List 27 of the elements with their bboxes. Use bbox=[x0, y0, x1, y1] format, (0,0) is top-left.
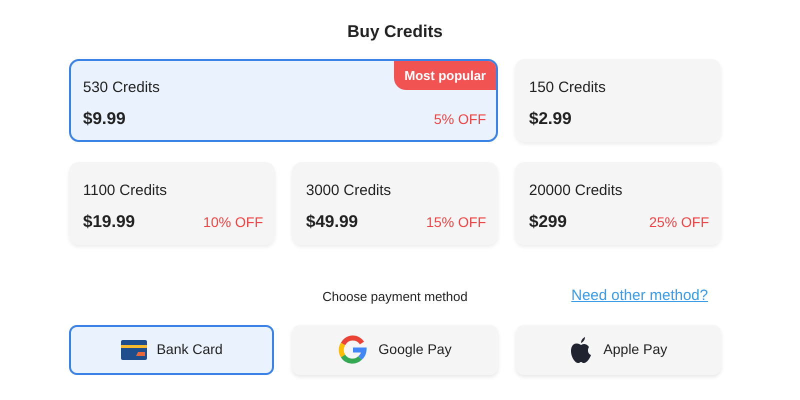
credit-package-card[interactable]: Most popular 530 Credits $9.99 5% OFF bbox=[69, 58, 498, 142]
most-popular-badge: Most popular bbox=[394, 60, 496, 90]
payment-method-button[interactable]: Bank Card bbox=[69, 324, 274, 374]
price: $19.99 bbox=[83, 211, 135, 233]
payment-method-button[interactable]: Apple Pay bbox=[516, 324, 721, 374]
credits-amount: 3000 Credits bbox=[306, 180, 392, 200]
credit-package-card[interactable]: 1100 Credits $19.99 10% OFF bbox=[69, 162, 275, 244]
price: $9.99 bbox=[83, 108, 126, 130]
credits-amount: 1100 Credits bbox=[83, 180, 168, 200]
payment-method-label: Choose payment method bbox=[322, 288, 468, 306]
discount-label: 15% OFF bbox=[426, 213, 486, 232]
price: $49.99 bbox=[306, 211, 358, 233]
credits-amount: 150 Credits bbox=[529, 78, 607, 98]
discount-label: 10% OFF bbox=[203, 213, 263, 232]
discount-label: 25% OFF bbox=[649, 213, 709, 232]
google-g-icon bbox=[338, 334, 368, 364]
price: $2.99 bbox=[529, 108, 572, 130]
credits-amount: 20000 Credits bbox=[529, 180, 624, 200]
credit-package-card[interactable]: 3000 Credits $49.99 15% OFF bbox=[292, 162, 498, 244]
credit-card-icon bbox=[120, 340, 147, 360]
discount-label: 5% OFF bbox=[434, 110, 486, 129]
credit-package-card[interactable]: 150 Credits $2.99 bbox=[515, 58, 721, 142]
apple-icon bbox=[569, 336, 594, 364]
payment-method-button[interactable]: Google Pay bbox=[292, 324, 498, 374]
price: $299 bbox=[529, 211, 567, 233]
credit-package-card[interactable]: 20000 Credits $299 25% OFF bbox=[515, 162, 721, 244]
page-title: Buy Credits bbox=[347, 21, 443, 43]
